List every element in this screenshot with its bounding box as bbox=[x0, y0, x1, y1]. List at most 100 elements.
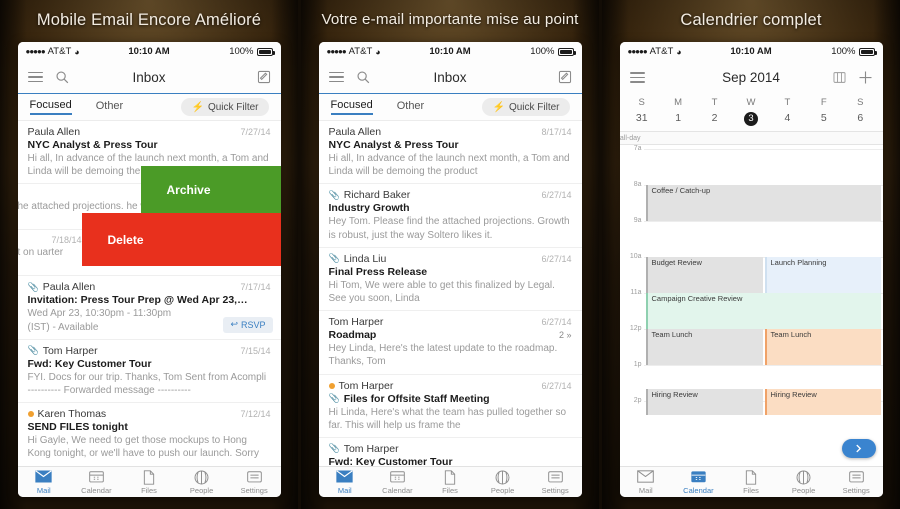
day-initial: F bbox=[820, 97, 827, 108]
email-date: 7/18/14 bbox=[51, 235, 82, 246]
email-sender: Tom Harper bbox=[42, 344, 98, 357]
tab-calendar[interactable]: Calendar bbox=[371, 470, 424, 495]
swipe-delete-action[interactable]: Delete bbox=[81, 213, 281, 266]
email-list-2[interactable]: Paula Allen 8/17/14 NYC Analyst & Press … bbox=[318, 121, 582, 466]
swipe-archive-action[interactable]: Archive bbox=[140, 166, 281, 213]
calendar-event[interactable]: Hiring Review bbox=[645, 389, 763, 415]
panel-calendar: Calendrier complet ●●●●● AT&T ◕ 10:10 AM… bbox=[602, 0, 900, 509]
clock-label: 10:10 AM bbox=[730, 46, 772, 57]
calendar-event[interactable]: Team Lunch bbox=[764, 329, 881, 365]
list-item[interactable]: Karen Thomas 7/12/14 SEND FILES tonight … bbox=[17, 403, 281, 466]
battery-percent-label: 100% bbox=[831, 46, 856, 57]
files-icon bbox=[123, 469, 176, 485]
add-event-icon[interactable] bbox=[858, 70, 873, 85]
date-cell[interactable]: 5 bbox=[806, 110, 842, 128]
tab-other[interactable]: Other bbox=[397, 100, 425, 114]
calendar-event[interactable]: Launch Planning bbox=[764, 257, 881, 293]
tab-people[interactable]: People bbox=[175, 470, 228, 495]
list-item[interactable]: 📎 Paula Allen 7/17/14 Invitation: Press … bbox=[17, 276, 281, 340]
tab-focused[interactable]: Focused bbox=[29, 99, 72, 115]
quick-filter-button[interactable]: ⚡ Quick Filter bbox=[482, 98, 570, 116]
date-cell[interactable]: 2 bbox=[696, 110, 732, 128]
tab-mail[interactable]: Mail bbox=[319, 469, 372, 495]
tab-focused[interactable]: Focused bbox=[330, 99, 373, 115]
hamburger-menu-icon[interactable] bbox=[27, 69, 43, 86]
panel-1-hero-title: Mobile Email Encore Amélioré bbox=[36, 11, 262, 29]
day-initial: M bbox=[674, 97, 683, 108]
hour-gridline bbox=[643, 149, 883, 150]
date-cell[interactable]: 6 bbox=[842, 110, 878, 128]
three-panel-screenshot-stage: Mobile Email Encore Amélioré ●●●●● AT&T … bbox=[0, 0, 900, 509]
tab-settings[interactable]: Settings bbox=[529, 470, 582, 495]
email-sender: Paula Allen bbox=[42, 281, 96, 294]
attachment-icon: 📎 bbox=[27, 345, 39, 356]
email-subject: Final Press Release bbox=[328, 265, 428, 278]
date-cell-today[interactable]: 3 bbox=[733, 110, 769, 128]
view-switch-icon[interactable] bbox=[833, 71, 846, 84]
calendar-event[interactable]: Budget Review bbox=[645, 257, 763, 293]
tab-people[interactable]: People bbox=[476, 470, 529, 495]
email-date: 8/17/14 bbox=[541, 127, 572, 137]
tab-calendar[interactable]: Calendar bbox=[672, 470, 725, 495]
list-item[interactable]: 📎 Tom Harper 7/15/14 Fwd: Key Customer T… bbox=[17, 339, 281, 404]
email-list-1[interactable]: Paula Allen 7/27/14 NYC Analyst & Press … bbox=[17, 121, 281, 466]
tab-people[interactable]: People bbox=[777, 470, 830, 495]
thread-count-badge: 2 » bbox=[558, 330, 572, 341]
email-sender: Tom Harper bbox=[343, 442, 399, 455]
calendar-icon bbox=[672, 470, 725, 485]
panel-2-hero-title: Votre e-mail importante mise au point bbox=[321, 11, 579, 28]
bolt-icon: ⚡ bbox=[492, 101, 505, 113]
hamburger-menu-icon[interactable] bbox=[328, 69, 344, 86]
list-item[interactable]: Paula Allen 8/17/14 NYC Analyst & Press … bbox=[318, 121, 582, 185]
calendar-event[interactable]: Team Lunch bbox=[645, 329, 763, 365]
tab-settings[interactable]: Settings bbox=[228, 470, 281, 495]
tab-mail[interactable]: Mail bbox=[18, 469, 71, 495]
compose-icon[interactable] bbox=[558, 70, 572, 84]
calendar-event[interactable]: Coffee / Catch-up bbox=[645, 185, 881, 221]
hour-label: 12p bbox=[629, 325, 642, 332]
tab-other[interactable]: Other bbox=[96, 100, 124, 114]
next-day-button[interactable] bbox=[841, 439, 876, 458]
calendar-day-grid[interactable]: 7a 8a 9a 10a 11a 12p 1p 2p Coffee / Catc… bbox=[619, 145, 883, 466]
wifi-icon: ◕ bbox=[375, 46, 381, 57]
list-item[interactable]: 📎 Tom Harper Fwd: Key Customer Tour FYI.… bbox=[318, 437, 582, 466]
hour-gridline bbox=[643, 365, 883, 366]
calendar-event[interactable]: Campaign Creative Review bbox=[645, 293, 881, 329]
quick-filter-button[interactable]: ⚡ Quick Filter bbox=[181, 98, 269, 116]
battery-percent-label: 100% bbox=[229, 46, 254, 57]
attachment-icon: 📎 bbox=[27, 281, 39, 292]
tab-mail[interactable]: Mail bbox=[620, 469, 673, 495]
rsvp-button[interactable]: ↩ RSVP bbox=[223, 316, 273, 333]
calendar-event[interactable]: Hiring Review bbox=[764, 389, 881, 415]
list-item[interactable]: Tom Harper 6/27/14 📎 Files for Offsite S… bbox=[318, 374, 582, 438]
tab-label: Settings bbox=[240, 486, 268, 495]
calendar-week-header: S M T W T F S 31 1 2 3 4 5 6 bbox=[619, 94, 883, 131]
tab-calendar[interactable]: Calendar bbox=[70, 470, 123, 495]
files-icon bbox=[725, 469, 778, 485]
panel-focused-inbox: Votre e-mail importante mise au point ●●… bbox=[301, 0, 599, 509]
event-title: Team Lunch bbox=[770, 330, 812, 339]
list-item[interactable]: 📎 Linda Liu 6/27/14 Final Press Release … bbox=[318, 247, 582, 312]
calendar-nav-bar: Sep 2014 bbox=[619, 61, 883, 94]
swipe-archive-label: Archive bbox=[166, 182, 211, 197]
tab-label: People bbox=[189, 486, 214, 495]
list-item[interactable]: 📎 Richard Baker 6/27/14 Industry Growth … bbox=[318, 184, 582, 248]
tab-settings[interactable]: Settings bbox=[830, 470, 883, 495]
date-cell[interactable]: 1 bbox=[660, 110, 696, 128]
hamburger-menu-icon[interactable] bbox=[629, 69, 645, 86]
clock-label: 10:10 AM bbox=[128, 46, 170, 57]
tab-files[interactable]: Files bbox=[123, 469, 176, 495]
tab-files[interactable]: Files bbox=[725, 469, 778, 495]
date-cell[interactable]: 4 bbox=[769, 110, 805, 128]
date-cell[interactable]: 31 bbox=[624, 110, 660, 128]
email-date: 6/27/14 bbox=[541, 253, 572, 264]
compose-icon[interactable] bbox=[257, 70, 271, 84]
tab-label: Calendar bbox=[683, 486, 714, 495]
all-day-row[interactable]: all-day bbox=[619, 131, 883, 145]
tab-files[interactable]: Files bbox=[424, 469, 477, 495]
search-icon[interactable] bbox=[55, 70, 69, 84]
search-icon[interactable] bbox=[356, 70, 370, 84]
battery-percent-label: 100% bbox=[530, 46, 555, 57]
day-initial: S bbox=[857, 97, 864, 108]
list-item[interactable]: Tom Harper 6/27/14 Roadmap 2 » Hey Linda… bbox=[318, 311, 582, 375]
